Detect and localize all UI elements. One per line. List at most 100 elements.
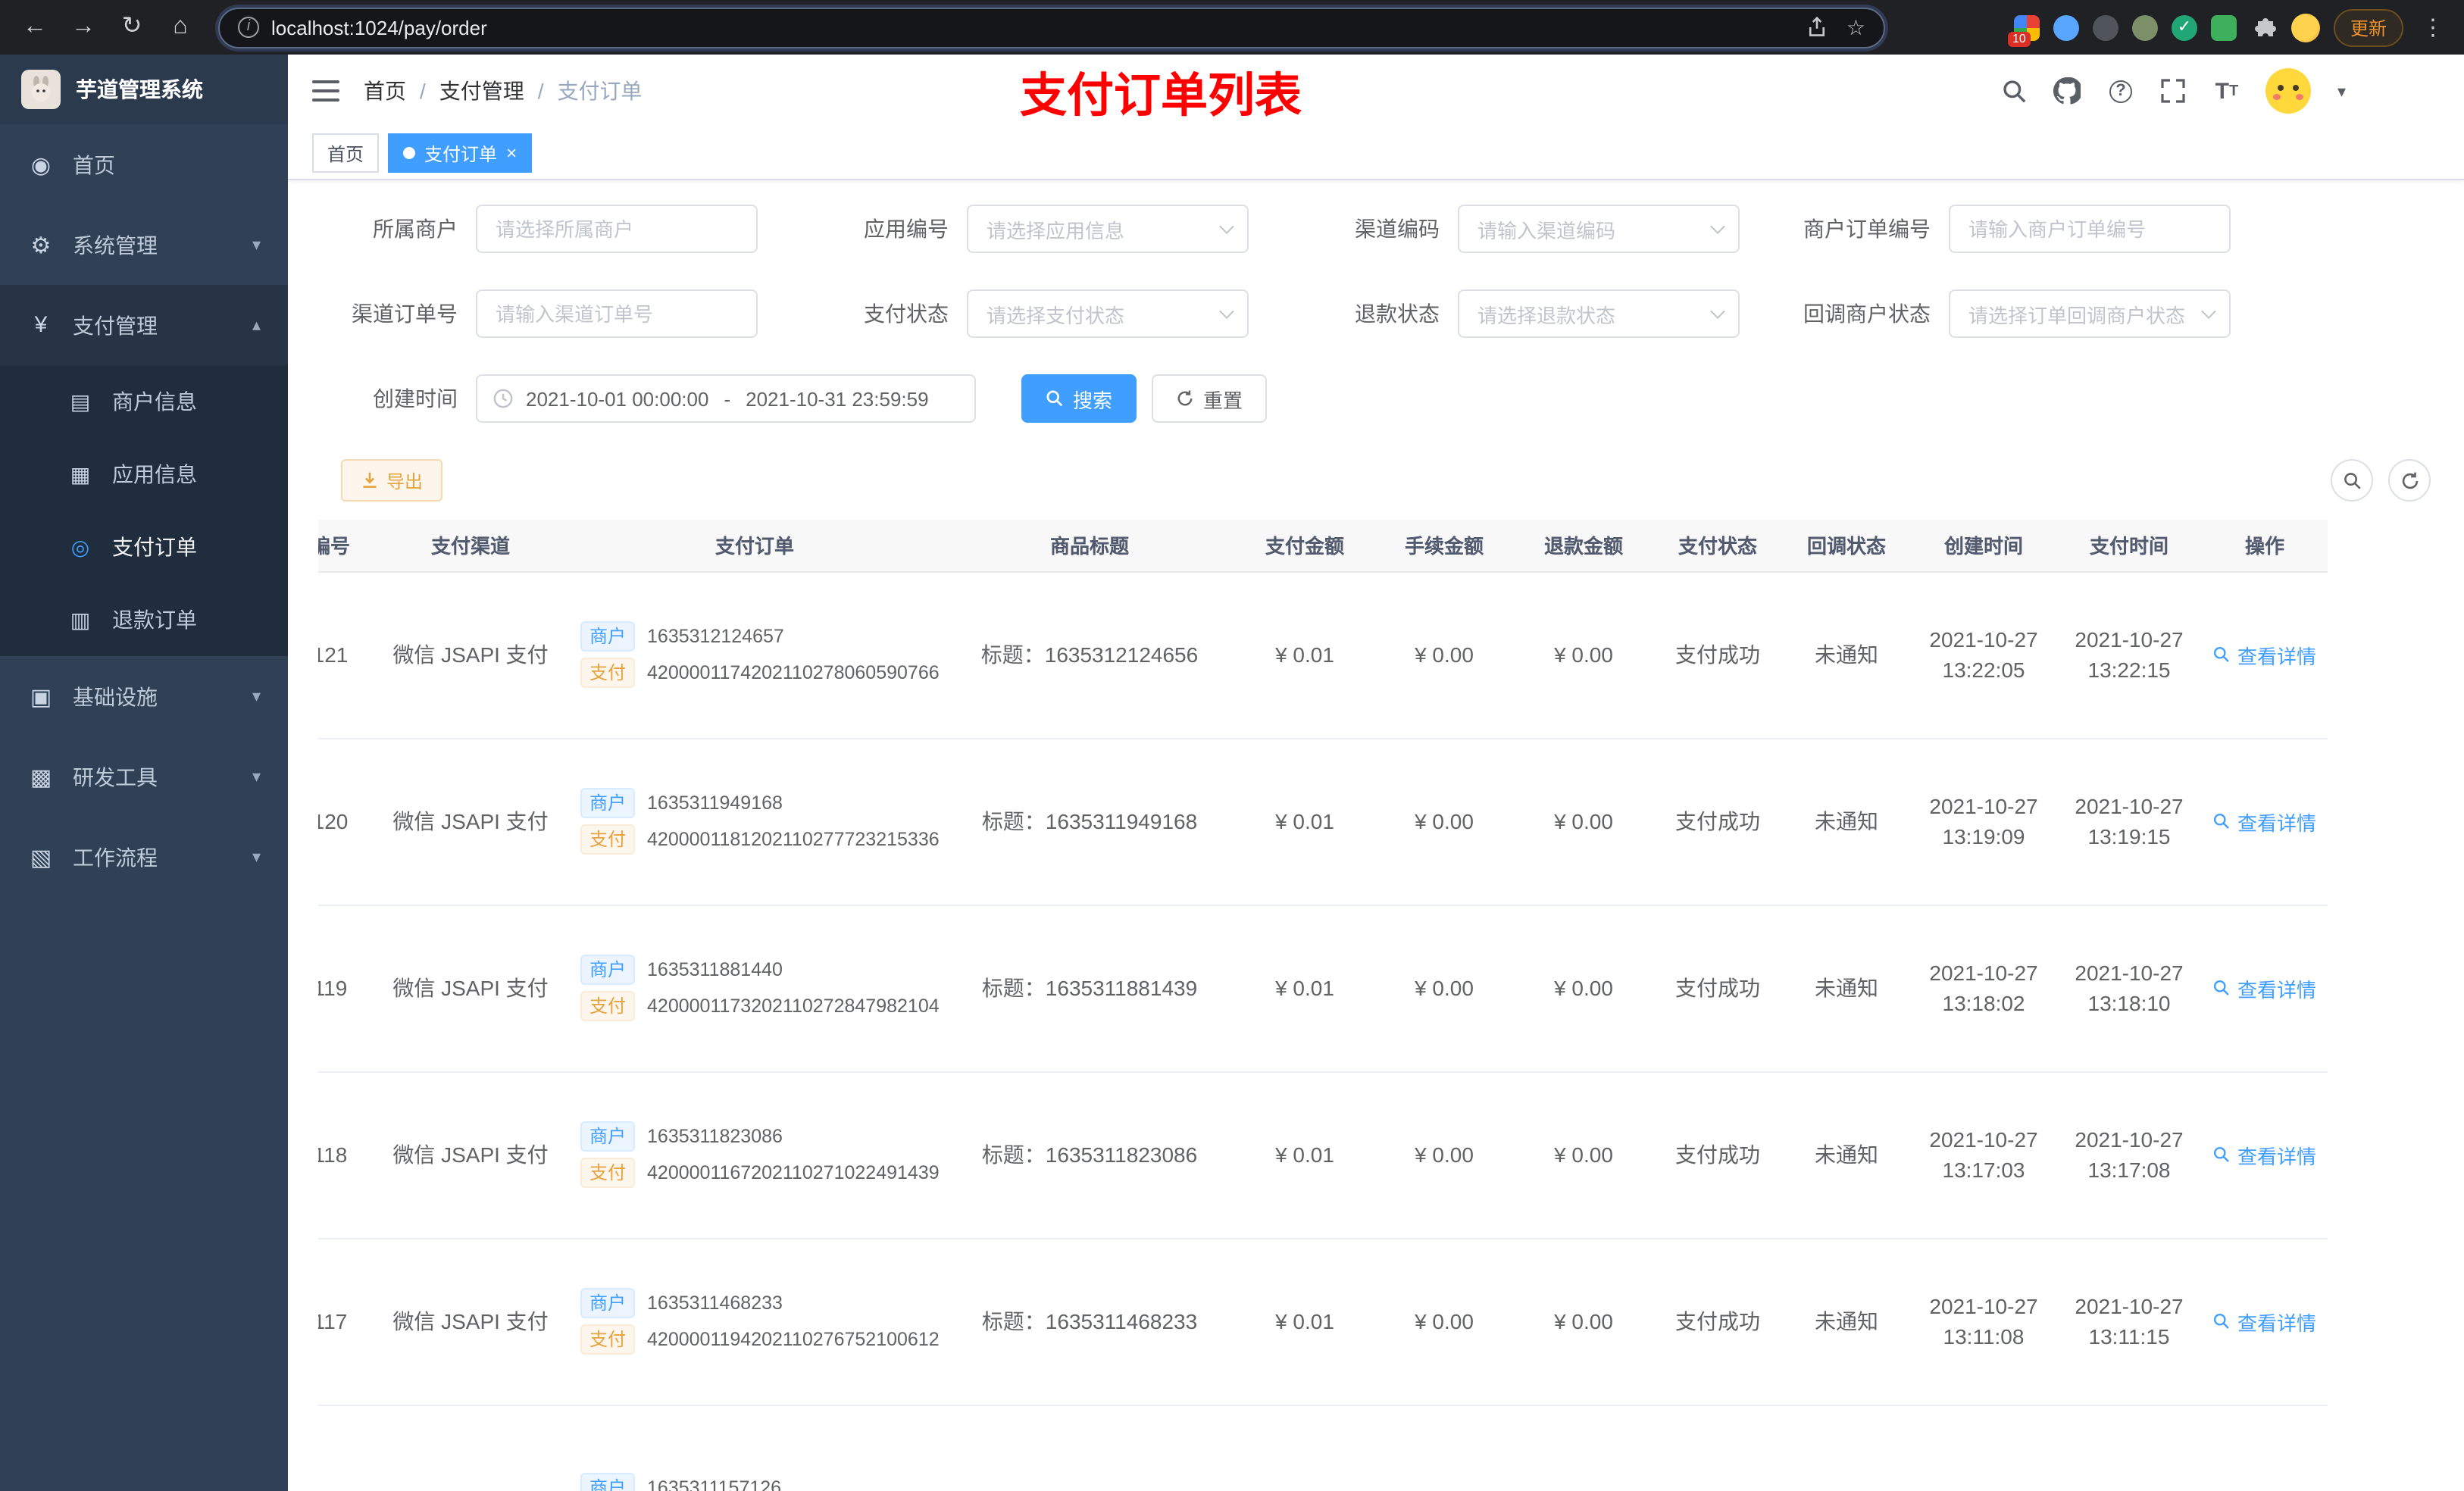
sidebar-item-workflow[interactable]: ▧ 工作流程 ▾: [0, 817, 288, 897]
sidebar-item-pay[interactable]: ¥ 支付管理 ▴: [0, 285, 288, 365]
monitor-icon: ▣: [30, 684, 52, 710]
create-time-range-input[interactable]: 2021-10-01 00:00:00 - 2021-10-31 23:59:5…: [476, 374, 976, 423]
extension-dark-icon[interactable]: [2092, 14, 2118, 40]
bookmark-star-icon[interactable]: ☆: [1846, 14, 1865, 40]
tags-view-bar: 首页 支付订单 ×: [288, 127, 2464, 180]
help-icon[interactable]: ?: [2107, 77, 2134, 105]
active-dot: [403, 147, 416, 159]
document-icon: ▥: [70, 607, 91, 631]
date-separator: -: [724, 387, 731, 410]
col-pay-time: 支付时间: [2056, 520, 2202, 572]
view-detail-link[interactable]: 查看详情: [2213, 1140, 2316, 1169]
callback-status-select[interactable]: 请选择订单回调商户状态: [1949, 289, 2231, 338]
user-avatar[interactable]: [2265, 68, 2312, 114]
sidebar-item-label: 基础设施: [73, 684, 158, 708]
browser-update-button[interactable]: 更新: [2333, 8, 2403, 46]
tab-home[interactable]: 首页: [312, 133, 380, 173]
sidebar-item-pay-order[interactable]: ◎ 支付订单: [0, 511, 288, 583]
share-icon[interactable]: [1804, 14, 1831, 41]
refund-status-select[interactable]: 请选择退款状态: [1458, 289, 1740, 338]
font-size-icon[interactable]: TT: [2213, 77, 2240, 105]
sidebar-item-label: 退款订单: [112, 608, 197, 632]
browser-profile-avatar[interactable]: [2290, 13, 2320, 42]
col-create-time: 创建时间: [1911, 520, 2056, 572]
sidebar-item-dev-tools[interactable]: ▩ 研发工具 ▾: [0, 736, 288, 817]
merchant-order-no-input[interactable]: [1949, 205, 2231, 253]
extensions-puzzle-icon[interactable]: [2250, 14, 2278, 41]
field-label: 渠道订单号: [352, 302, 458, 326]
filter-channel-order-no: 渠道订单号: [318, 289, 758, 338]
cell-channel: 微信 JSAPI 支付: [392, 809, 549, 833]
extension-olive-icon[interactable]: [2131, 14, 2158, 40]
sidebar-item-app-info[interactable]: ▦ 应用信息: [0, 438, 288, 511]
search-button[interactable]: 搜索: [1021, 374, 1137, 423]
filter-refund-status: 退款状态 请选择退款状态: [1300, 289, 1740, 338]
sidebar-item-merchant-info[interactable]: ▤ 商户信息: [0, 365, 288, 438]
dashboard-icon: ◉: [30, 152, 52, 178]
app-no-select[interactable]: 请选择应用信息: [967, 205, 1249, 253]
cell-channel: 微信 JSAPI 支付: [392, 976, 549, 1000]
field-label: 创建时间: [373, 386, 458, 411]
refresh-table-button[interactable]: [2388, 459, 2431, 502]
channel-code-select[interactable]: 请输入渠道编码: [1458, 205, 1740, 253]
filter-row-2: 渠道订单号 支付状态 请选择支付状态 退款状态: [318, 289, 2434, 338]
extension-badge: 10: [2007, 31, 2031, 46]
export-button[interactable]: 导出: [341, 459, 443, 502]
grid-icon: ▦: [70, 461, 91, 486]
browser-menu-icon[interactable]: ⋮: [2417, 14, 2449, 41]
url-bar[interactable]: i localhost:1024/pay/order ☆: [218, 7, 1885, 48]
view-detail-link[interactable]: 查看详情: [2213, 640, 2316, 669]
sidebar-item-refund-order[interactable]: ▥ 退款订单: [0, 583, 288, 656]
sidebar-item-home[interactable]: ◉ 首页: [0, 124, 288, 205]
download-icon: [363, 472, 377, 488]
app-logo-row[interactable]: 芋道管理系统: [0, 55, 288, 124]
extension-green-square-icon[interactable]: [2210, 14, 2237, 40]
github-icon[interactable]: [2053, 77, 2081, 105]
cell-title: 标题：1635311823086: [981, 1142, 1198, 1167]
tools-icon: ▩: [30, 764, 52, 790]
col-title: 商品标题: [944, 520, 1235, 572]
hamburger-icon[interactable]: [312, 80, 339, 102]
merchant-badge: 商户: [580, 1288, 636, 1318]
col-fee: 手续金额: [1374, 520, 1514, 572]
filter-row-3: 创建时间 2021-10-01 00:00:00 - 2021-10-31 23…: [318, 374, 2434, 423]
extension-blue-icon[interactable]: [2053, 14, 2079, 40]
browser-home-icon[interactable]: ⌂: [161, 8, 200, 47]
view-detail-link[interactable]: 查看详情: [2213, 974, 2316, 1002]
pay-status-select[interactable]: 请选择支付状态: [967, 289, 1249, 338]
browser-extensions-area: 10 ✓ 更新 ⋮: [2007, 8, 2449, 46]
search-icon[interactable]: [2001, 77, 2028, 105]
browser-forward-icon[interactable]: →: [64, 8, 103, 47]
extension-check-icon[interactable]: ✓: [2171, 14, 2197, 40]
user-menu-caret-icon[interactable]: ▾: [2337, 81, 2346, 101]
main-area: 首页 / 支付管理 / 支付订单 支付订单列表 ? T T ▾ 首页 支付订单 …: [288, 55, 2464, 1491]
browser-reload-icon[interactable]: ↻: [112, 8, 152, 47]
fullscreen-icon[interactable]: [2160, 77, 2187, 105]
sidebar-item-infra[interactable]: ▣ 基础设施 ▾: [0, 656, 288, 736]
page-content: 所属商户 应用编号 请选择应用信息 渠道编码: [288, 180, 2464, 1491]
toggle-search-button[interactable]: [2331, 459, 2373, 502]
search-icon: [1046, 390, 1063, 407]
chevron-down-icon: ▾: [252, 849, 261, 867]
channel-order-no-input[interactable]: [476, 289, 758, 338]
extension-colorful-icon[interactable]: 10: [2007, 14, 2040, 46]
view-detail-link[interactable]: 查看详情: [2213, 807, 2316, 836]
filter-merchant: 所属商户: [318, 205, 758, 253]
close-icon[interactable]: ×: [506, 144, 517, 162]
reset-button[interactable]: 重置: [1152, 374, 1268, 423]
breadcrumb-section[interactable]: 支付管理: [439, 76, 524, 106]
cell-title: 标题：1635311949168: [981, 809, 1198, 833]
site-info-icon[interactable]: i: [238, 17, 259, 38]
field-label: 所属商户: [373, 217, 458, 241]
sidebar-item-system[interactable]: ⚙ 系统管理 ▾: [0, 205, 288, 285]
merchant-badge: 商户: [580, 1473, 636, 1491]
status-text: 支付成功: [1675, 1142, 1760, 1167]
tab-pay-order[interactable]: 支付订单 ×: [388, 133, 533, 173]
view-detail-link[interactable]: 查看详情: [2213, 1307, 2316, 1336]
breadcrumb-home[interactable]: 首页: [364, 76, 406, 106]
clock-icon: [493, 389, 513, 408]
merchant-input[interactable]: [476, 205, 758, 253]
browser-back-icon[interactable]: ←: [15, 8, 55, 47]
filter-app-no: 应用编号 请选择应用信息: [809, 205, 1249, 253]
app-logo: [21, 70, 61, 109]
